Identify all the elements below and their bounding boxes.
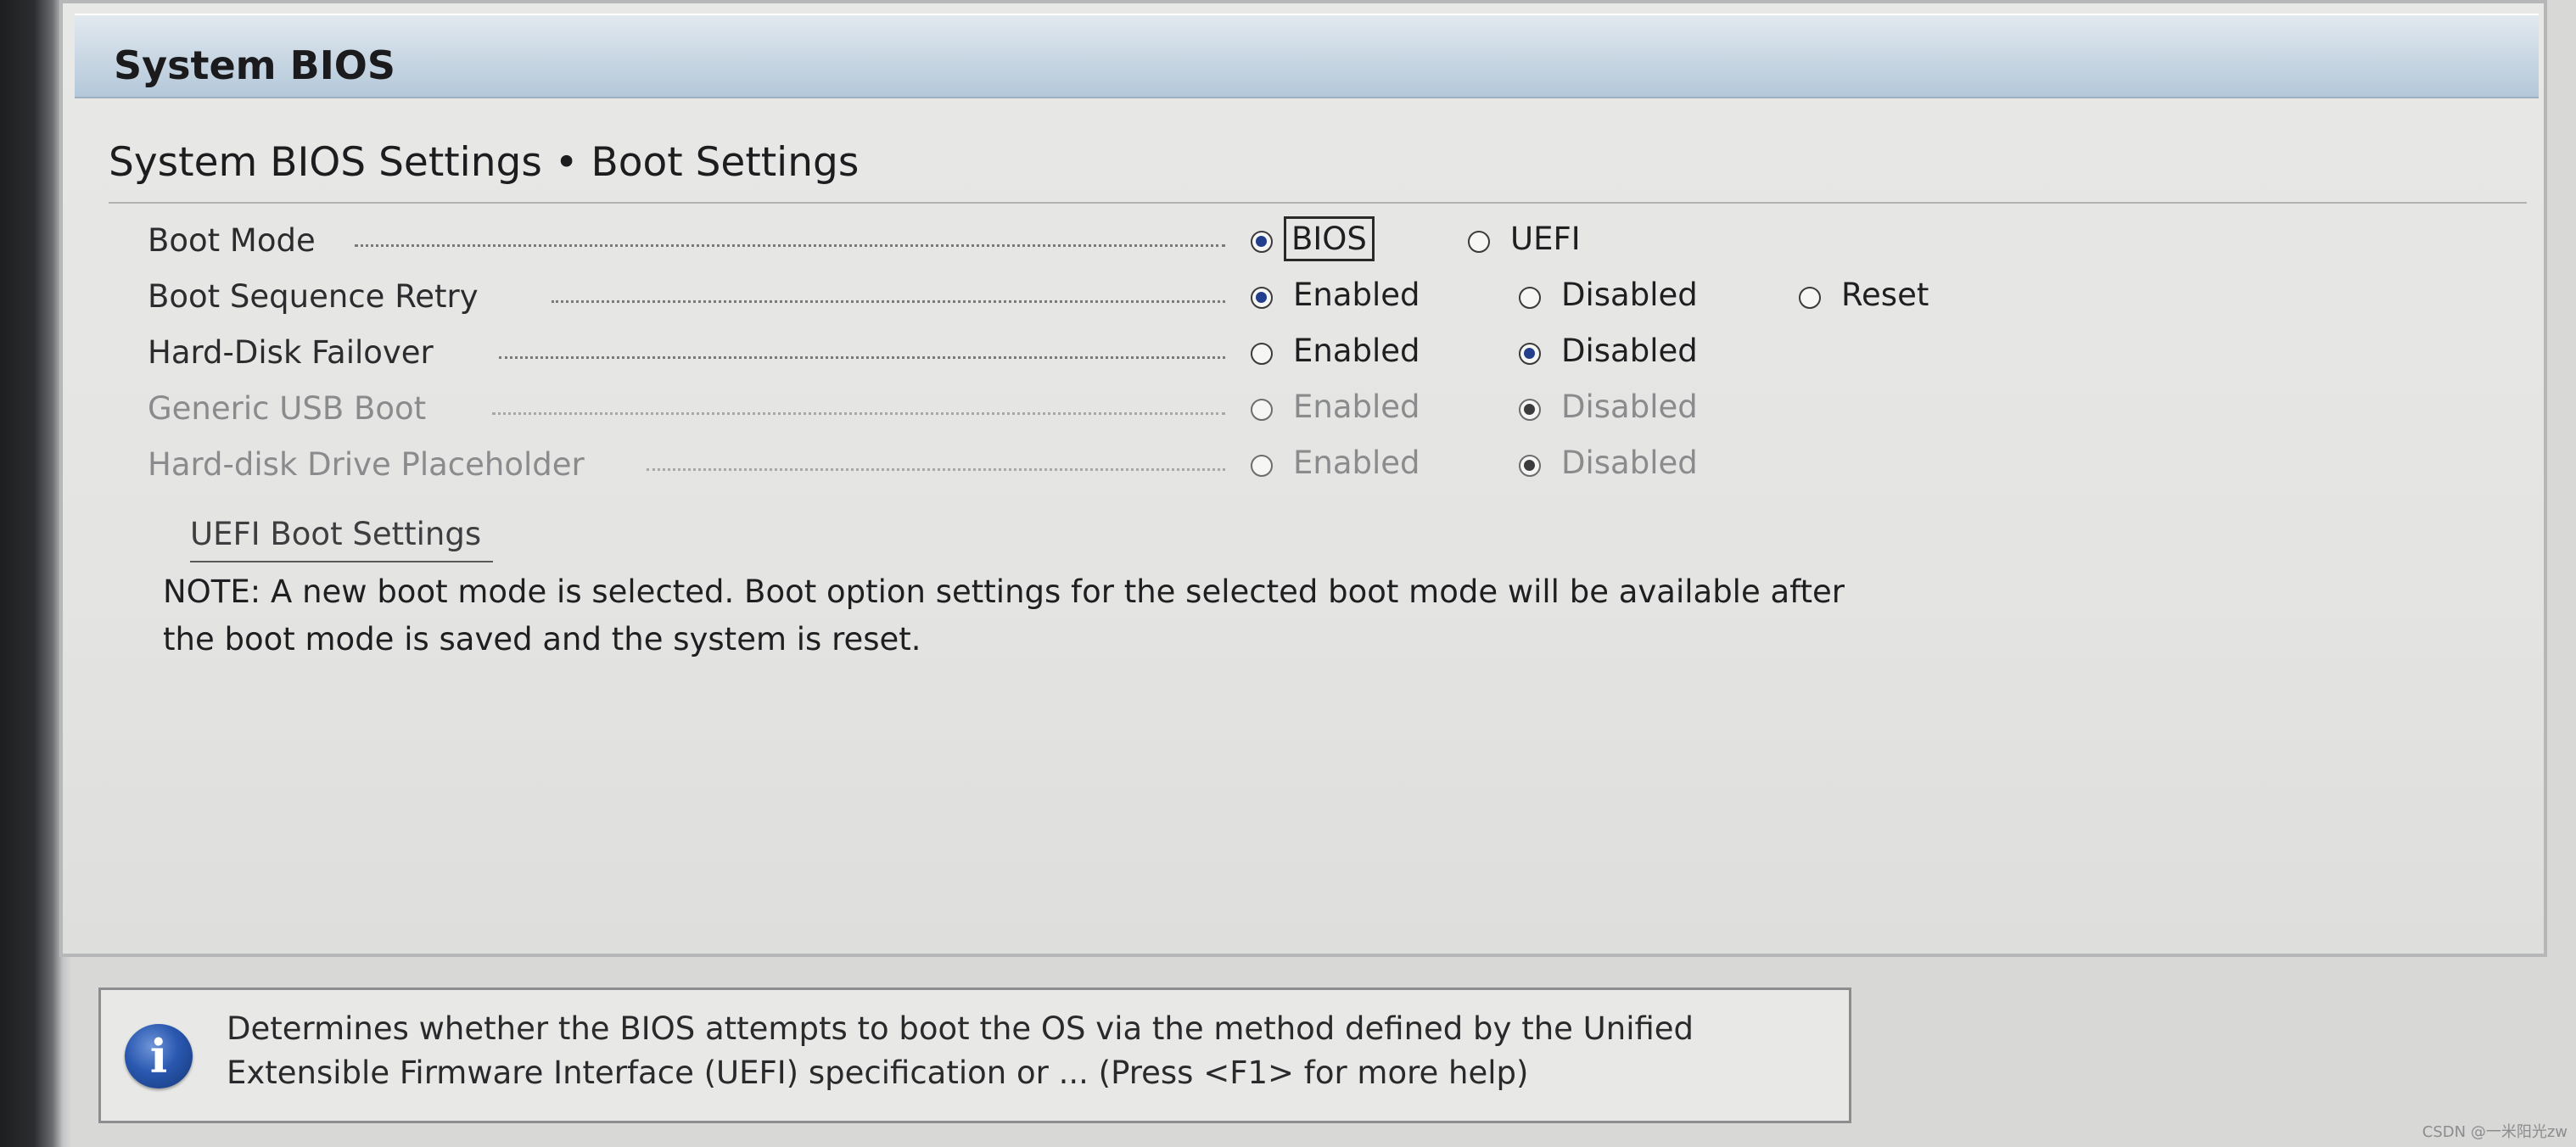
option-label-enabled: Enabled xyxy=(1293,389,1420,425)
option-label-disabled[interactable]: Disabled xyxy=(1561,277,1698,313)
help-text: Determines whether the BIOS attempts to … xyxy=(227,1010,1694,1091)
boot-mode-note: NOTE: A new boot mode is selected. Boot … xyxy=(163,574,1845,657)
dotted-leader xyxy=(492,412,1225,415)
setting-row-generic-usb-boot: Generic USB Boot Enabled Disabled xyxy=(148,385,2014,438)
option-label-enabled[interactable]: Enabled xyxy=(1293,333,1420,369)
uefi-boot-settings-link[interactable]: UEFI Boot Settings xyxy=(190,516,494,562)
setting-row-boot-mode: Boot Mode BIOS UEFI xyxy=(148,216,2014,270)
dotted-leader xyxy=(552,300,1225,303)
window-title: System BIOS xyxy=(114,42,396,88)
option-label-disabled: Disabled xyxy=(1561,445,1698,481)
radio-checked-icon[interactable] xyxy=(1519,343,1541,365)
setting-row-hard-disk-drive-placeholder: Hard-disk Drive Placeholder Enabled Disa… xyxy=(148,441,2014,494)
setting-label: Hard-Disk Failover xyxy=(148,334,434,371)
option-label-reset[interactable]: Reset xyxy=(1841,277,1929,313)
option-label-uefi[interactable]: UEFI xyxy=(1510,221,1581,257)
radio-unchecked-icon xyxy=(1251,455,1273,477)
dotted-leader xyxy=(355,244,1225,247)
setting-label: Boot Sequence Retry xyxy=(148,278,479,315)
bios-screen: System BIOS System BIOS Settings • Boot … xyxy=(0,0,2576,1147)
main-panel: System BIOS System BIOS Settings • Boot … xyxy=(59,0,2547,957)
heading-divider xyxy=(109,202,2527,204)
page-title: System BIOS Settings • Boot Settings xyxy=(109,139,860,186)
option-label-bios[interactable]: BIOS xyxy=(1284,216,1375,261)
title-bar: System BIOS xyxy=(75,14,2539,98)
help-box: Determines whether the BIOS attempts to … xyxy=(98,988,1851,1123)
setting-row-boot-sequence-retry: Boot Sequence Retry Enabled Disabled Res… xyxy=(148,273,2014,326)
radio-unchecked-icon xyxy=(1251,399,1273,421)
info-icon xyxy=(125,1024,193,1088)
radio-checked-icon[interactable] xyxy=(1251,287,1273,309)
setting-row-hard-disk-failover: Hard-Disk Failover Enabled Disabled xyxy=(148,329,2014,382)
option-label-disabled: Disabled xyxy=(1561,389,1698,425)
radio-unchecked-icon[interactable] xyxy=(1251,343,1273,365)
setting-label: Hard-disk Drive Placeholder xyxy=(148,446,585,483)
watermark-text: CSDN @一米阳光zw xyxy=(2422,1123,2568,1141)
option-label-disabled[interactable]: Disabled xyxy=(1561,333,1698,369)
radio-unchecked-icon[interactable] xyxy=(1799,287,1821,309)
dotted-leader xyxy=(647,468,1225,471)
radio-checked-icon[interactable] xyxy=(1251,231,1273,253)
dotted-leader xyxy=(499,356,1225,359)
option-label-enabled: Enabled xyxy=(1293,445,1420,481)
option-label-enabled[interactable]: Enabled xyxy=(1293,277,1420,313)
radio-unchecked-icon[interactable] xyxy=(1519,287,1541,309)
radio-checked-icon xyxy=(1519,455,1541,477)
radio-unchecked-icon[interactable] xyxy=(1468,231,1490,253)
radio-checked-icon xyxy=(1519,399,1541,421)
setting-label: Generic USB Boot xyxy=(148,390,427,427)
setting-label: Boot Mode xyxy=(148,222,316,259)
